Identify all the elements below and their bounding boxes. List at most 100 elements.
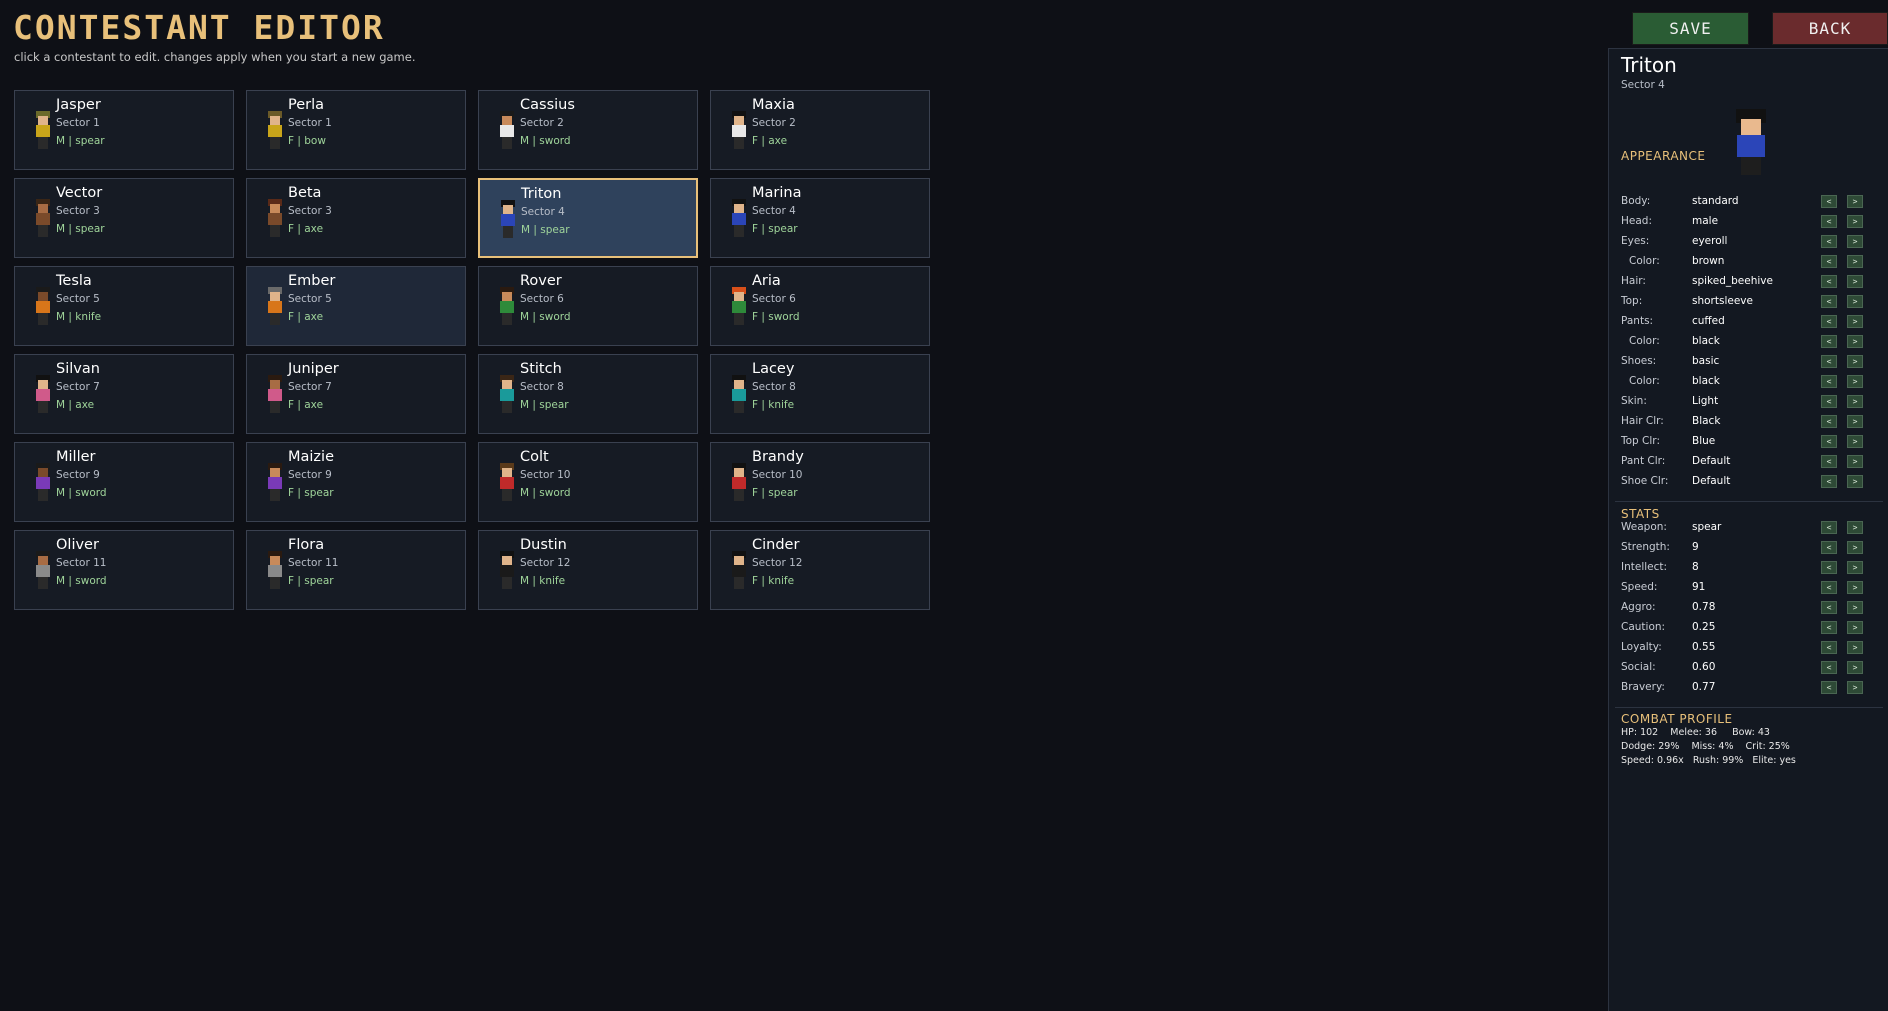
contestant-card[interactable]: Jasper Sector 1 M | spear xyxy=(14,90,234,170)
contestant-card[interactable]: Triton Sector 4 M | spear xyxy=(478,178,698,258)
appearance-label: Top: xyxy=(1621,295,1643,307)
contestant-info: M | spear xyxy=(520,399,569,411)
next-arrow-button[interactable]: > xyxy=(1847,561,1863,574)
prev-arrow-button[interactable]: < xyxy=(1821,255,1837,268)
next-arrow-button[interactable]: > xyxy=(1847,195,1863,208)
appearance-label: Hair: xyxy=(1621,275,1646,287)
next-arrow-button[interactable]: > xyxy=(1847,601,1863,614)
contestant-card[interactable]: Oliver Sector 11 M | sword xyxy=(14,530,234,610)
save-button[interactable]: SAVE xyxy=(1632,12,1749,45)
prev-arrow-button[interactable]: < xyxy=(1821,455,1837,468)
prev-arrow-button[interactable]: < xyxy=(1821,415,1837,428)
prev-arrow-button[interactable]: < xyxy=(1821,641,1837,654)
next-arrow-button[interactable]: > xyxy=(1847,475,1863,488)
prev-arrow-button[interactable]: < xyxy=(1821,215,1837,228)
contestant-sprite xyxy=(265,287,285,327)
appearance-label: Shoe Clr: xyxy=(1621,475,1669,487)
prev-arrow-button[interactable]: < xyxy=(1821,661,1837,674)
contestant-sector: Sector 4 xyxy=(752,205,796,217)
contestant-card[interactable]: Silvan Sector 7 M | axe xyxy=(14,354,234,434)
next-arrow-button[interactable]: > xyxy=(1847,415,1863,428)
contestant-card[interactable]: Dustin Sector 12 M | knife xyxy=(478,530,698,610)
contestant-card[interactable]: Tesla Sector 5 M | knife xyxy=(14,266,234,346)
contestant-sprite xyxy=(265,375,285,415)
sprite-part xyxy=(500,565,514,577)
prev-arrow-button[interactable]: < xyxy=(1821,315,1837,328)
next-arrow-button[interactable]: > xyxy=(1847,681,1863,694)
next-arrow-button[interactable]: > xyxy=(1847,335,1863,348)
contestant-card[interactable]: Juniper Sector 7 F | axe xyxy=(246,354,466,434)
prev-arrow-button[interactable]: < xyxy=(1821,335,1837,348)
contestant-card[interactable]: Rover Sector 6 M | sword xyxy=(478,266,698,346)
next-arrow-button[interactable]: > xyxy=(1847,455,1863,468)
prev-arrow-button[interactable]: < xyxy=(1821,435,1837,448)
contestant-card[interactable]: Aria Sector 6 F | sword xyxy=(710,266,930,346)
prev-arrow-button[interactable]: < xyxy=(1821,195,1837,208)
contestant-card[interactable]: Maizie Sector 9 F | spear xyxy=(246,442,466,522)
next-arrow-button[interactable]: > xyxy=(1847,215,1863,228)
next-arrow-button[interactable]: > xyxy=(1847,435,1863,448)
contestant-name: Perla xyxy=(288,97,325,113)
contestant-card[interactable]: Brandy Sector 10 F | spear xyxy=(710,442,930,522)
next-arrow-button[interactable]: > xyxy=(1847,621,1863,634)
sprite-part xyxy=(270,204,280,213)
contestant-card[interactable]: Marina Sector 4 F | spear xyxy=(710,178,930,258)
contestant-card[interactable]: Cinder Sector 12 F | knife xyxy=(710,530,930,610)
next-arrow-button[interactable]: > xyxy=(1847,581,1863,594)
next-arrow-button[interactable]: > xyxy=(1847,661,1863,674)
next-arrow-button[interactable]: > xyxy=(1847,541,1863,554)
prev-arrow-button[interactable]: < xyxy=(1821,601,1837,614)
next-arrow-button[interactable]: > xyxy=(1847,255,1863,268)
contestant-name: Juniper xyxy=(288,361,339,377)
appearance-label: Shoes: xyxy=(1621,355,1657,367)
contestant-card[interactable]: Maxia Sector 2 F | axe xyxy=(710,90,930,170)
contestant-card[interactable]: Ember Sector 5 F | axe xyxy=(246,266,466,346)
prev-arrow-button[interactable]: < xyxy=(1821,475,1837,488)
contestant-card[interactable]: Perla Sector 1 F | bow xyxy=(246,90,466,170)
contestant-card[interactable]: Vector Sector 3 M | spear xyxy=(14,178,234,258)
prev-arrow-button[interactable]: < xyxy=(1821,295,1837,308)
contestant-card[interactable]: Miller Sector 9 M | sword xyxy=(14,442,234,522)
next-arrow-button[interactable]: > xyxy=(1847,355,1863,368)
contestant-card[interactable]: Stitch Sector 8 M | spear xyxy=(478,354,698,434)
sprite-part xyxy=(268,477,282,489)
prev-arrow-button[interactable]: < xyxy=(1821,375,1837,388)
portrait-head xyxy=(1741,119,1761,135)
next-arrow-button[interactable]: > xyxy=(1847,641,1863,654)
prev-arrow-button[interactable]: < xyxy=(1821,681,1837,694)
back-button[interactable]: BACK xyxy=(1772,12,1888,45)
contestant-name: Jasper xyxy=(56,97,101,113)
contestant-card[interactable]: Colt Sector 10 M | sword xyxy=(478,442,698,522)
contestant-name: Ember xyxy=(288,273,336,289)
contestant-info: M | knife xyxy=(520,575,566,587)
prev-arrow-button[interactable]: < xyxy=(1821,621,1837,634)
prev-arrow-button[interactable]: < xyxy=(1821,561,1837,574)
contestant-sprite xyxy=(497,551,517,591)
appearance-value: eyeroll xyxy=(1692,235,1728,247)
sprite-part xyxy=(502,468,512,477)
prev-arrow-button[interactable]: < xyxy=(1821,355,1837,368)
prev-arrow-button[interactable]: < xyxy=(1821,521,1837,534)
next-arrow-button[interactable]: > xyxy=(1847,275,1863,288)
prev-arrow-button[interactable]: < xyxy=(1821,275,1837,288)
contestant-sprite xyxy=(33,375,53,415)
contestant-card[interactable]: Flora Sector 11 F | spear xyxy=(246,530,466,610)
prev-arrow-button[interactable]: < xyxy=(1821,235,1837,248)
sprite-part xyxy=(270,225,280,237)
contestant-name: Flora xyxy=(288,537,325,553)
contestant-info: F | axe xyxy=(288,399,324,411)
contestant-card[interactable]: Beta Sector 3 F | axe xyxy=(246,178,466,258)
next-arrow-button[interactable]: > xyxy=(1847,295,1863,308)
prev-arrow-button[interactable]: < xyxy=(1821,541,1837,554)
prev-arrow-button[interactable]: < xyxy=(1821,395,1837,408)
next-arrow-button[interactable]: > xyxy=(1847,315,1863,328)
contestant-card[interactable]: Lacey Sector 8 F | knife xyxy=(710,354,930,434)
portrait-body xyxy=(1737,135,1765,157)
contestant-card[interactable]: Cassius Sector 2 M | sword xyxy=(478,90,698,170)
next-arrow-button[interactable]: > xyxy=(1847,395,1863,408)
prev-arrow-button[interactable]: < xyxy=(1821,581,1837,594)
next-arrow-button[interactable]: > xyxy=(1847,521,1863,534)
next-arrow-button[interactable]: > xyxy=(1847,235,1863,248)
next-arrow-button[interactable]: > xyxy=(1847,375,1863,388)
sprite-part xyxy=(270,116,280,125)
